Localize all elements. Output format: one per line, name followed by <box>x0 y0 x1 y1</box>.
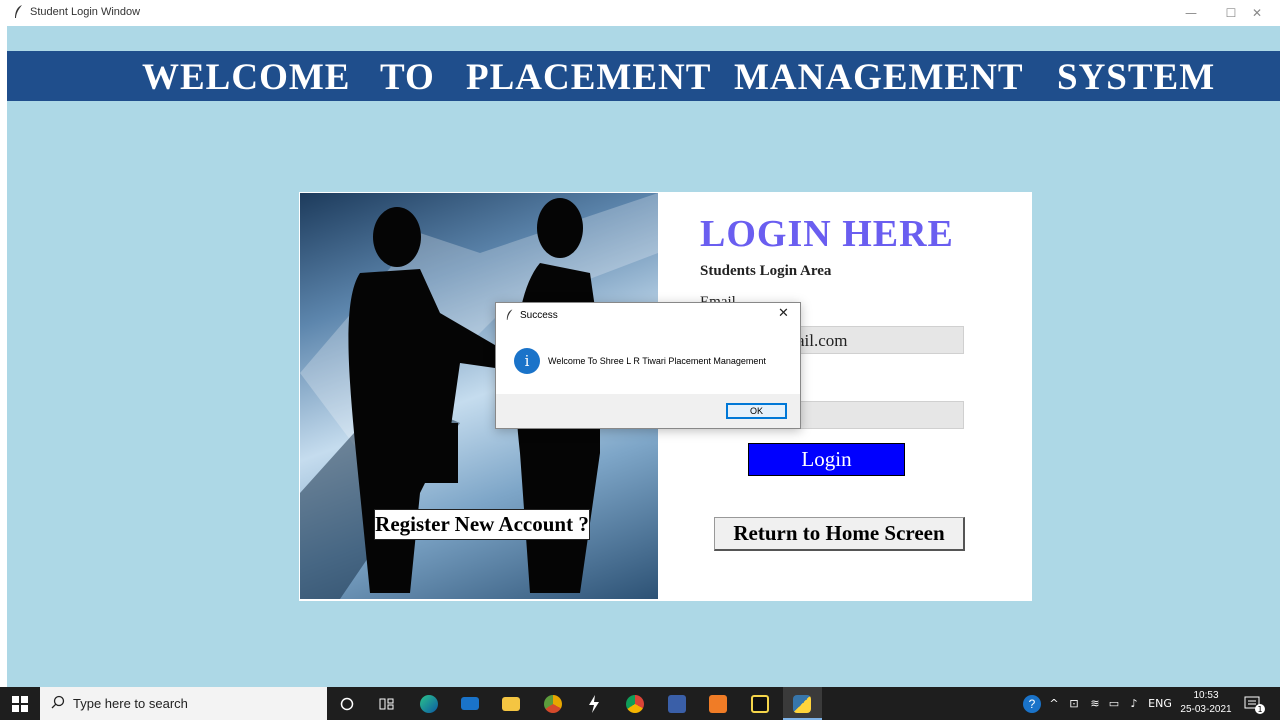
banner-word: TO <box>380 57 435 98</box>
email-value: ail.com <box>797 331 848 350</box>
notification-count: 1 <box>1255 704 1265 714</box>
success-dialog: Success ✕ i Welcome To Shree L R Tiwari … <box>495 302 801 429</box>
task-view-icon[interactable] <box>367 687 407 720</box>
login-button[interactable]: Login <box>748 443 905 476</box>
taskbar-search-box[interactable]: Type here to search <box>40 687 327 720</box>
chrome-canary-icon[interactable] <box>533 687 573 720</box>
edge-icon[interactable] <box>409 687 449 720</box>
clock-time: 10:53 <box>1193 690 1219 701</box>
login-title: LOGIN HERE <box>700 213 954 255</box>
login-subtitle: Students Login Area <box>700 263 832 279</box>
banner-word: SYSTEM <box>1057 57 1216 98</box>
taskbar: Type here to search ? ^ ⊡ ≋ ▭ ♪ ENG 10:5… <box>0 687 1280 720</box>
xampp-icon[interactable] <box>698 687 738 720</box>
return-home-button[interactable]: Return to Home Screen <box>714 517 965 551</box>
feather-icon <box>15 5 22 18</box>
window-title: Student Login Window <box>30 6 141 18</box>
system-clock[interactable]: 10:53 25-03-2021 <box>1176 689 1236 717</box>
network-icon[interactable]: ⊡ <box>1064 687 1084 720</box>
language-indicator[interactable]: ENG <box>1146 687 1174 720</box>
search-placeholder: Type here to search <box>73 696 188 711</box>
wifi-icon[interactable]: ≋ <box>1085 687 1105 720</box>
notification-icon[interactable]: 1 <box>1238 687 1268 720</box>
file-explorer-icon[interactable] <box>491 687 531 720</box>
dialog-title: Success <box>520 310 558 321</box>
info-icon: i <box>514 348 540 374</box>
window-title-bar: Student Login Window — ☐ ✕ <box>0 0 1280 26</box>
python-icon[interactable] <box>782 687 822 720</box>
window-border <box>0 26 7 687</box>
search-icon <box>51 695 65 709</box>
close-button[interactable]: ✕ <box>1234 0 1280 26</box>
clock-date: 25-03-2021 <box>1180 704 1232 715</box>
winamp-icon[interactable] <box>574 687 614 720</box>
windows-start-icon[interactable] <box>0 687 40 720</box>
cortana-icon[interactable] <box>327 687 367 720</box>
dev-cpp-icon[interactable] <box>657 687 697 720</box>
help-icon[interactable]: ? <box>1017 687 1047 720</box>
register-new-account-button[interactable]: Register New Account ? <box>374 509 590 540</box>
banner-word: PLACEMENT <box>466 57 712 98</box>
battery-icon[interactable]: ▭ <box>1104 687 1124 720</box>
chevron-up-icon[interactable]: ^ <box>1045 687 1063 720</box>
ok-button[interactable]: OK <box>726 403 787 419</box>
dialog-close-icon[interactable]: ✕ <box>778 306 789 321</box>
volume-icon[interactable]: ♪ <box>1124 687 1144 720</box>
feather-icon <box>506 309 513 320</box>
banner-word: WELCOME <box>142 57 351 98</box>
dialog-message: Welcome To Shree L R Tiwari Placement Ma… <box>548 356 766 366</box>
chrome-icon[interactable] <box>615 687 655 720</box>
pycharm-icon[interactable] <box>740 687 780 720</box>
mail-icon[interactable] <box>450 687 490 720</box>
banner-word: MANAGEMENT <box>734 57 1024 98</box>
welcome-banner: WELCOME TO PLACEMENT MANAGEMENT SYSTEM <box>7 51 1280 101</box>
